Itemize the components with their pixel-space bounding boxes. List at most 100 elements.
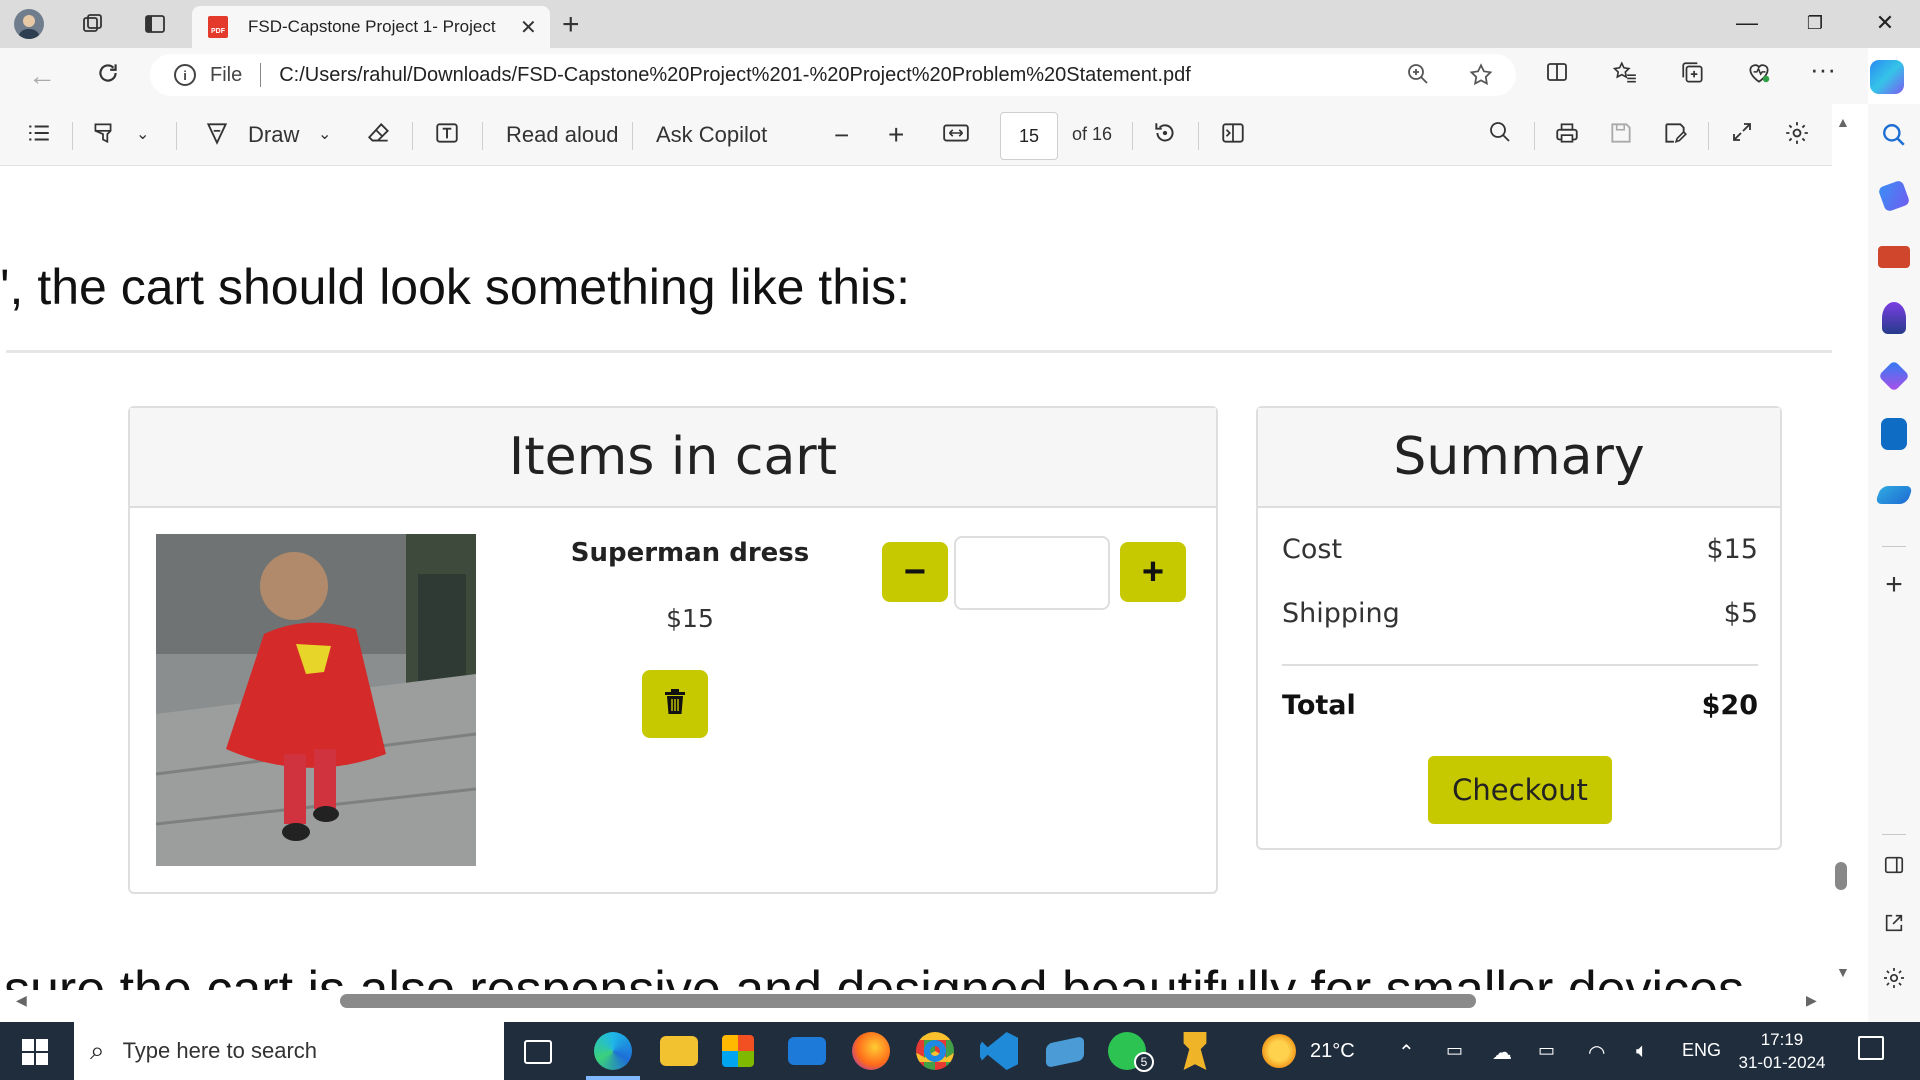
task-view-icon[interactable]	[524, 1040, 552, 1064]
highlight-chevron-down-icon[interactable]: ⌄	[136, 120, 149, 150]
print-icon[interactable]	[1554, 120, 1580, 154]
remote-desktop-icon[interactable]	[1046, 1035, 1084, 1069]
device-icon[interactable]: ▭	[1446, 1040, 1463, 1061]
pdf-page-viewport[interactable]: ', the cart should look something like t…	[0, 166, 1832, 990]
save-as-icon[interactable]	[1662, 120, 1688, 154]
scroll-left-arrow[interactable]: ◀	[16, 992, 27, 1009]
sidebar-shopping-tag-icon[interactable]	[1877, 179, 1911, 213]
sidebar-send-icon[interactable]	[1874, 486, 1914, 504]
sidebar-panel-icon[interactable]	[1878, 852, 1910, 883]
mail-icon[interactable]	[788, 1037, 826, 1065]
split-screen-icon[interactable]	[1540, 60, 1574, 91]
horizontal-scroll-thumb[interactable]	[340, 994, 1476, 1008]
notification-center-icon[interactable]	[1858, 1036, 1884, 1060]
product-price: $15	[666, 604, 714, 633]
browser-essentials-icon[interactable]	[1742, 60, 1776, 93]
sidebar-external-link-icon[interactable]	[1878, 910, 1910, 941]
rotate-icon[interactable]	[1152, 120, 1178, 154]
address-url[interactable]: C:/Users/rahul/Downloads/FSD-Capstone%20…	[279, 64, 1191, 87]
zoom-icon[interactable]	[1406, 62, 1430, 93]
text-box-icon[interactable]	[434, 120, 460, 154]
sidebar-settings-icon[interactable]	[1878, 966, 1910, 997]
sidebar-games-icon[interactable]	[1882, 302, 1906, 334]
search-icon[interactable]	[1488, 120, 1512, 152]
document-heading: ', the cart should look something like t…	[0, 259, 911, 315]
favorite-star-icon[interactable]	[1468, 62, 1494, 95]
workspaces-icon[interactable]	[78, 9, 108, 39]
minimize-button[interactable]: —	[1732, 10, 1762, 36]
new-tab-button[interactable]: +	[562, 8, 580, 42]
remove-item-button[interactable]	[642, 670, 708, 738]
toolbar-divider	[72, 122, 73, 150]
shipping-label: Shipping	[1282, 598, 1400, 629]
highlight-icon[interactable]	[90, 120, 116, 154]
back-button[interactable]: ←	[24, 60, 60, 92]
sidebar-microsoft365-icon[interactable]	[1878, 360, 1910, 392]
wifi-icon[interactable]: ◠	[1588, 1040, 1605, 1065]
onedrive-cloud-icon[interactable]: ☁	[1492, 1040, 1512, 1065]
weather-sun-icon[interactable]	[1262, 1034, 1296, 1068]
scroll-right-arrow[interactable]: ▶	[1806, 992, 1817, 1009]
save-icon[interactable]	[1608, 120, 1634, 154]
draw-button[interactable]: Draw	[248, 120, 299, 150]
tab-active-pdf[interactable]: PDF FSD-Capstone Project 1- Project ✕	[192, 6, 550, 48]
zoom-in-icon[interactable]: +	[888, 120, 904, 150]
taskbar-search-placeholder: Type here to search	[122, 1038, 318, 1063]
vertical-scroll-thumb[interactable]	[1835, 862, 1847, 890]
collections-icon[interactable]	[1676, 60, 1710, 93]
draw-pen-icon[interactable]	[204, 120, 230, 154]
settings-gear-icon[interactable]	[1784, 120, 1810, 154]
vertical-scrollbar[interactable]	[1832, 104, 1868, 990]
firefox-icon[interactable]	[852, 1032, 890, 1070]
contents-list-icon[interactable]	[26, 120, 52, 154]
zoom-out-icon[interactable]: −	[834, 120, 849, 150]
profile-avatar[interactable]	[14, 9, 44, 39]
sidebar-search-icon[interactable]	[1878, 122, 1910, 155]
toolbar-divider	[1132, 122, 1133, 150]
battery-icon[interactable]: ▭	[1538, 1040, 1555, 1061]
show-hidden-icons-chevron-up-icon[interactable]: ⌃	[1398, 1040, 1415, 1065]
scroll-up-arrow[interactable]: ▲	[1836, 114, 1850, 130]
taskbar-search-box[interactable]: ⌕ Type here to search	[74, 1022, 504, 1080]
read-aloud-button[interactable]: Read aloud	[506, 120, 619, 150]
draw-chevron-down-icon[interactable]: ⌄	[318, 120, 331, 150]
sidebar-outlook-icon[interactable]	[1881, 418, 1907, 450]
total-value: $20	[1701, 690, 1758, 721]
chrome-icon[interactable]	[916, 1032, 954, 1070]
close-tab-icon[interactable]: ✕	[520, 15, 537, 40]
scroll-down-arrow[interactable]: ▼	[1836, 964, 1850, 980]
checkout-button[interactable]: Checkout	[1428, 756, 1612, 824]
eraser-icon[interactable]	[366, 120, 392, 154]
volume-speaker-icon[interactable]: 🔈︎	[1636, 1040, 1648, 1063]
weather-temperature[interactable]: 21°C	[1310, 1040, 1355, 1063]
decrease-quantity-button[interactable]: −	[882, 542, 948, 602]
quantity-input[interactable]	[954, 536, 1110, 610]
favorites-icon[interactable]	[1608, 60, 1642, 93]
page-number-input[interactable]: 15	[1000, 112, 1058, 160]
vertical-tabs-icon[interactable]	[140, 9, 170, 39]
file-explorer-icon[interactable]	[660, 1036, 698, 1066]
close-window-button[interactable]: ✕	[1870, 10, 1900, 36]
edge-app-icon[interactable]	[594, 1032, 632, 1070]
windows-start-icon[interactable]	[22, 1039, 48, 1065]
increase-quantity-button[interactable]: +	[1120, 542, 1186, 602]
more-options-icon[interactable]: ···	[1806, 54, 1840, 85]
sidebar-tools-briefcase-icon[interactable]	[1878, 246, 1910, 268]
taskbar-clock[interactable]: 17:19 31-01-2024	[1732, 1028, 1832, 1074]
fullscreen-icon[interactable]	[1730, 120, 1754, 152]
vscode-icon[interactable]	[980, 1032, 1018, 1070]
page-view-icon[interactable]	[1220, 120, 1246, 154]
copilot-icon[interactable]	[1870, 60, 1904, 94]
restore-button[interactable]: ❐	[1800, 13, 1830, 34]
rewards-medal-icon[interactable]	[1183, 1032, 1207, 1070]
refresh-button[interactable]	[90, 60, 126, 93]
sidebar-add-icon[interactable]: +	[1878, 568, 1910, 602]
info-icon[interactable]: i	[174, 64, 196, 86]
address-row: ← i File C:/Users/rahul/Downloads/FSD-Ca…	[0, 48, 1868, 104]
microsoft-store-icon[interactable]	[722, 1035, 754, 1067]
address-bar[interactable]: i File C:/Users/rahul/Downloads/FSD-Caps…	[150, 54, 1516, 96]
language-indicator[interactable]: ENG	[1682, 1040, 1721, 1061]
ask-copilot-button[interactable]: Ask Copilot	[656, 120, 767, 150]
fit-to-width-icon[interactable]	[942, 120, 970, 154]
shipping-value: $5	[1723, 598, 1758, 629]
